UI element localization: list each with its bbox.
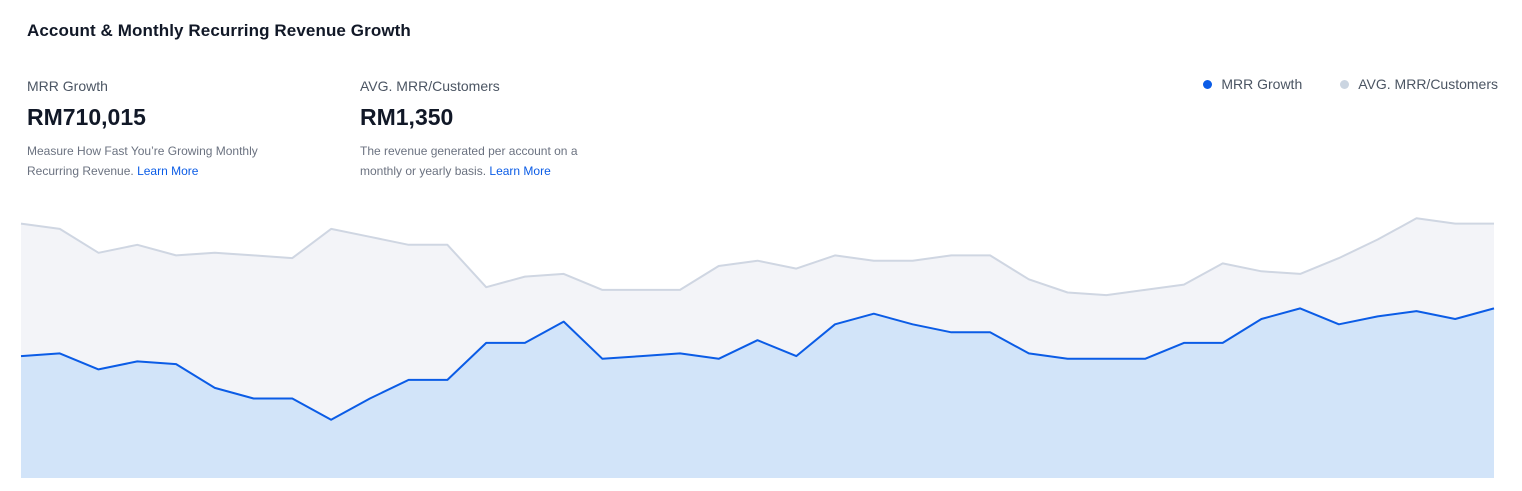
area-chart <box>20 217 1495 479</box>
